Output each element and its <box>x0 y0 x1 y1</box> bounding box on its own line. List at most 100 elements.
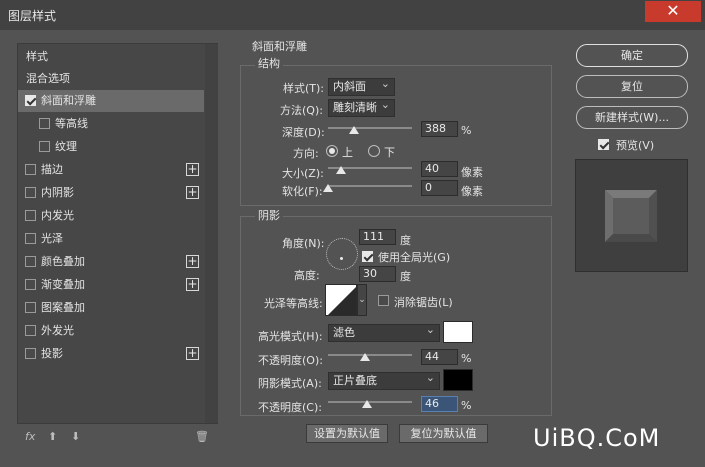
effect-item[interactable]: 渐变叠加 + <box>18 274 204 296</box>
shadow-opacity-thumb[interactable] <box>361 400 372 408</box>
contour-dropdown-icon[interactable]: ⌄ <box>357 284 367 316</box>
effect-label: 图案叠加 <box>41 301 85 314</box>
effect-checkbox[interactable] <box>39 118 50 129</box>
move-down-icon[interactable]: ⬇ <box>71 430 80 443</box>
effect-label: 内阴影 <box>41 186 74 199</box>
effect-item[interactable]: 描边 + <box>18 159 204 181</box>
preview-bevel-shape <box>605 190 657 242</box>
angle-input[interactable]: 111 <box>359 229 396 245</box>
size-slider-thumb[interactable] <box>336 166 347 174</box>
preview-checkbox[interactable] <box>598 139 609 150</box>
depth-label: 深度(D): <box>282 126 325 139</box>
effect-checkbox[interactable] <box>25 187 36 198</box>
effect-label: 外发光 <box>41 324 74 337</box>
styles-header[interactable]: 样式 <box>18 46 204 68</box>
effect-checkbox[interactable] <box>25 95 36 106</box>
effect-item[interactable]: 内阴影 + <box>18 182 204 204</box>
effect-checkbox[interactable] <box>25 325 36 336</box>
direction-up-radio[interactable] <box>326 145 338 157</box>
altitude-input[interactable]: 30 <box>359 266 396 282</box>
depth-slider-thumb[interactable] <box>349 126 360 134</box>
effect-label: 内发光 <box>41 209 74 222</box>
trash-icon[interactable]: 🗑 <box>195 430 209 443</box>
bevel-section-title: 斜面和浮雕 <box>252 40 307 53</box>
effect-checkbox[interactable] <box>25 233 36 244</box>
new-style-button[interactable]: 新建样式(W)... <box>576 106 688 129</box>
add-effect-icon[interactable]: + <box>186 347 199 360</box>
add-effect-icon[interactable]: + <box>186 163 199 176</box>
effect-checkbox[interactable] <box>39 141 50 152</box>
effect-item[interactable]: 外发光 <box>18 320 204 342</box>
shadow-opacity-label: 不透明度(C): <box>258 401 322 414</box>
technique-label: 方法(Q): <box>280 104 323 117</box>
direction-down-radio[interactable] <box>368 145 380 157</box>
depth-unit: % <box>461 124 472 137</box>
preview-label: 预览(V) <box>616 139 655 152</box>
effect-label: 斜面和浮雕 <box>41 94 96 107</box>
add-effect-icon[interactable]: + <box>186 255 199 268</box>
style-preview-thumbnail <box>575 159 688 272</box>
style-select[interactable]: 内斜面 <box>328 76 395 96</box>
highlight-opacity-thumb[interactable] <box>359 353 370 361</box>
effect-checkbox[interactable] <box>25 348 36 359</box>
effect-item[interactable]: 内发光 <box>18 205 204 227</box>
angle-label: 角度(N): <box>282 237 325 250</box>
gloss-contour-label: 光泽等高线: <box>264 297 323 310</box>
effect-checkbox[interactable] <box>25 279 36 290</box>
effect-checkbox[interactable] <box>25 164 36 175</box>
effect-item[interactable]: 图案叠加 <box>18 297 204 319</box>
effect-item[interactable]: 纹理 <box>18 136 204 158</box>
styles-list-toolbar: fx ⬆ ⬇ 🗑 <box>17 427 218 449</box>
effect-checkbox[interactable] <box>25 302 36 313</box>
set-default-button[interactable]: 设置为默认值 <box>306 424 388 443</box>
effect-label: 等高线 <box>55 117 88 130</box>
shadow-color-swatch[interactable] <box>443 369 473 391</box>
antialias-checkbox[interactable] <box>378 295 389 306</box>
highlight-opacity-slider[interactable] <box>328 354 412 356</box>
gloss-contour-preview[interactable] <box>325 284 357 316</box>
altitude-unit: 度 <box>400 270 411 283</box>
fx-icon[interactable]: fx <box>25 430 35 443</box>
highlight-opacity-unit: % <box>461 352 472 365</box>
shading-title: 阴影 <box>255 207 283 223</box>
styles-list-scrollbar[interactable] <box>205 44 218 423</box>
effect-item[interactable]: 斜面和浮雕 <box>18 90 204 112</box>
technique-select[interactable]: 雕刻清晰 <box>328 97 395 117</box>
effect-item[interactable]: 光泽 <box>18 228 204 250</box>
shadow-opacity-input[interactable]: 46 <box>421 396 458 412</box>
reset-default-button[interactable]: 复位为默认值 <box>399 424 488 443</box>
soften-slider-thumb[interactable] <box>323 184 333 192</box>
shadow-mode-select[interactable]: 正片叠底 <box>328 370 440 390</box>
soften-unit: 像素 <box>461 185 483 198</box>
effect-item[interactable]: 颜色叠加 + <box>18 251 204 273</box>
add-effect-icon[interactable]: + <box>186 186 199 199</box>
soften-input[interactable]: 0 <box>421 180 458 196</box>
depth-slider[interactable] <box>328 127 412 129</box>
highlight-opacity-input[interactable]: 44 <box>421 349 458 365</box>
size-unit: 像素 <box>461 166 483 179</box>
size-input[interactable]: 40 <box>421 161 458 177</box>
global-light-checkbox[interactable] <box>362 251 373 262</box>
direction-down-label: 下 <box>384 146 395 159</box>
direction-label: 方向: <box>293 147 319 160</box>
ok-button[interactable]: 确定 <box>576 44 688 67</box>
effect-label: 颜色叠加 <box>41 255 85 268</box>
structure-title: 结构 <box>255 55 283 71</box>
blending-options-item[interactable]: 混合选项 <box>18 68 204 90</box>
effect-label: 纹理 <box>55 140 77 153</box>
soften-slider[interactable] <box>328 185 412 187</box>
move-up-icon[interactable]: ⬆ <box>48 430 57 443</box>
close-button[interactable]: ✕ <box>645 1 701 22</box>
reset-button[interactable]: 复位 <box>576 75 688 98</box>
depth-input[interactable]: 388 <box>421 121 458 137</box>
highlight-color-swatch[interactable] <box>443 321 473 343</box>
effect-checkbox[interactable] <box>25 256 36 267</box>
effect-item[interactable]: 投影 + <box>18 343 204 365</box>
effect-label: 投影 <box>41 347 63 360</box>
add-effect-icon[interactable]: + <box>186 278 199 291</box>
effect-checkbox[interactable] <box>25 210 36 221</box>
style-label: 样式(T): <box>283 82 325 95</box>
highlight-mode-select[interactable]: 滤色 <box>328 322 440 342</box>
angle-dial[interactable] <box>326 238 358 270</box>
effect-item[interactable]: 等高线 <box>18 113 204 135</box>
